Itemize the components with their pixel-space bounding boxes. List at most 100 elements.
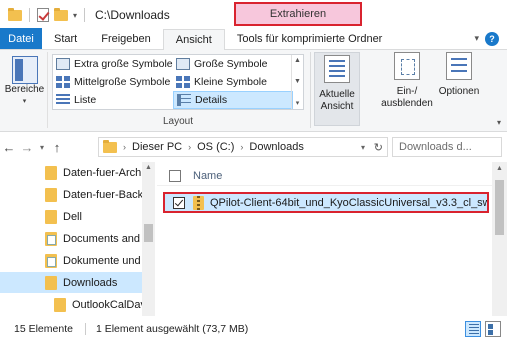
properties-icon[interactable] (37, 8, 49, 22)
chevron-down-icon: ▾ (22, 98, 27, 105)
up-arrow-icon[interactable]: ↑ (48, 140, 66, 155)
show-hide-label-line1: Ein-/ (396, 86, 418, 97)
folder-icon (45, 209, 57, 224)
folder-icon (45, 275, 57, 290)
extract-tab-label: Extrahieren (269, 8, 327, 20)
tab-freigeben[interactable]: Freigeben (89, 28, 163, 49)
folder-icon[interactable] (8, 7, 22, 21)
layout-list[interactable]: Liste (53, 91, 173, 109)
title-bar: ▾ C:\Downloads Extrahieren (0, 0, 507, 30)
small-icons-icon (176, 76, 190, 88)
back-arrow-icon[interactable]: ← (0, 140, 18, 155)
nav-item-daten-fuer-arch[interactable]: Daten-fuer-Arch (0, 162, 142, 183)
layout-gallery: Extra große Symbole Große Symbole Mittel… (52, 54, 304, 110)
navigation-row: ← → ▾ ↑ › Dieser PC › OS (C:) › Download… (0, 133, 507, 161)
details-icon (177, 94, 191, 106)
zip-folder-icon (193, 195, 204, 210)
layout-small-icons[interactable]: Kleine Symbole (173, 73, 293, 91)
file-list-scrollbar[interactable]: ▲ (492, 162, 507, 316)
folder-shortcut-icon (45, 231, 57, 246)
select-all-checkbox[interactable] (169, 169, 181, 182)
layout-extra-large-icons[interactable]: Extra große Symbole (53, 55, 173, 73)
column-header: Name (157, 166, 492, 186)
status-bar: 15 Elemente 1 Element ausgewählt (73,7 M… (0, 318, 507, 340)
chevron-down-icon[interactable]: ▼ (294, 78, 301, 85)
navigation-pane-icon (11, 56, 38, 84)
chevron-down-icon[interactable]: ▾ (361, 143, 365, 152)
nav-item-daten-fuer-back[interactable]: Daten-fuer-Back (0, 184, 144, 205)
scrollbar-thumb[interactable] (495, 180, 504, 235)
ribbon-controls: ▾ ? (474, 28, 499, 49)
help-icon[interactable]: ? (485, 31, 499, 46)
nav-item-outlookcaldav[interactable]: OutlookCalDav (0, 294, 146, 315)
current-view-button[interactable]: Aktuelle Ansicht (314, 52, 360, 126)
forward-arrow-icon[interactable]: → (18, 140, 36, 155)
nav-item-dell[interactable]: Dell (0, 206, 142, 227)
recent-locations-icon[interactable]: ▾ (36, 143, 48, 152)
chevron-down-icon[interactable]: ▾ (474, 33, 479, 44)
navigation-pane: Daten-fuer-Arch Daten-fuer-Back Dell Doc… (0, 162, 155, 316)
table-row[interactable]: QPilot-Client-64bit_und_KyoClassicUniver… (163, 192, 489, 213)
options-label: Optionen (438, 86, 480, 97)
nav-item-documents-and[interactable]: Documents and (0, 228, 142, 249)
tab-compressed-folder-tools[interactable]: Tools für komprimierte Ordner (225, 28, 395, 49)
breadcrumb-downloads[interactable]: Downloads (249, 141, 303, 153)
tab-start[interactable]: Start (42, 28, 89, 49)
expand-gallery-icon[interactable]: ▾ (296, 99, 300, 107)
list-icon (56, 94, 70, 106)
column-name-header[interactable]: Name (193, 170, 222, 182)
show-hide-label-line2: ausblenden (381, 98, 433, 109)
group-divider (310, 52, 311, 128)
folder-icon (45, 187, 57, 202)
toolbar-separator (29, 8, 30, 22)
layout-group-label: Layout (162, 116, 194, 127)
show-hide-icon (394, 52, 420, 80)
new-folder-icon[interactable] (54, 7, 68, 21)
chevron-up-icon[interactable]: ▲ (496, 165, 503, 172)
breadcrumb-chevron-icon[interactable]: › (240, 142, 243, 152)
large-icons-view-icon[interactable] (485, 321, 501, 337)
sort-icon (324, 55, 350, 83)
chevron-down-icon[interactable]: ▾ (73, 11, 77, 20)
tab-datei[interactable]: Datei (0, 28, 42, 49)
nav-item-dokumente-und[interactable]: Dokumente und (0, 250, 142, 271)
scrollbar-thumb[interactable] (144, 224, 153, 242)
nav-item-label: Documents and (63, 232, 141, 245)
layout-gallery-scroll[interactable]: ▲ ▼ ▾ (291, 55, 303, 109)
row-checkbox[interactable] (173, 196, 185, 209)
layout-details[interactable]: Details (173, 91, 293, 109)
refresh-icon[interactable]: ↻ (374, 141, 383, 154)
collapse-ribbon-icon[interactable]: ▾ (497, 118, 501, 127)
large-icons-icon (176, 58, 190, 70)
panes-button[interactable]: Bereiche ▾ (2, 52, 47, 105)
breadcrumb-chevron-icon[interactable]: › (188, 142, 191, 152)
breadcrumb-this-pc[interactable]: Dieser PC (132, 141, 182, 153)
view-switcher (465, 321, 501, 337)
navigation-scrollbar[interactable]: ▲ (142, 162, 155, 316)
layout-item-label: Extra große Symbole (74, 58, 173, 70)
options-button[interactable]: Optionen (434, 52, 484, 98)
current-view-label-line1: Aktuelle (319, 89, 355, 100)
nav-item-downloads[interactable]: Downloads (0, 272, 142, 293)
folder-icon (45, 165, 57, 180)
search-input[interactable]: Downloads d... (392, 137, 502, 157)
extra-large-icons-icon (56, 58, 70, 70)
chevron-up-icon[interactable]: ▲ (145, 164, 152, 171)
show-hide-button[interactable]: Ein-/ ausblenden (378, 52, 436, 110)
folder-icon (54, 297, 66, 312)
address-bar[interactable]: › Dieser PC › OS (C:) › Downloads ▾ ↻ (98, 137, 388, 157)
options-icon (446, 52, 472, 80)
breadcrumb-drive[interactable]: OS (C:) (197, 141, 234, 153)
layout-large-icons[interactable]: Große Symbole (173, 55, 293, 73)
item-count: 15 Elemente (14, 323, 73, 335)
layout-medium-icons[interactable]: Mittelgroße Symbole (53, 73, 173, 91)
nav-item-label: Daten-fuer-Back (63, 188, 144, 201)
extract-contextual-tab[interactable]: Extrahieren (234, 2, 362, 26)
breadcrumb-chevron-icon[interactable]: › (123, 142, 126, 152)
ribbon: Bereiche ▾ Extra große Symbole Große Sym… (0, 50, 507, 132)
chevron-up-icon[interactable]: ▲ (294, 57, 301, 64)
details-view-icon[interactable] (465, 321, 481, 337)
nav-item-label: OutlookCalDav (72, 298, 146, 311)
file-list: Name QPilot-Client-64bit_und_KyoClassicU… (157, 162, 507, 316)
tab-ansicht[interactable]: Ansicht (162, 29, 225, 50)
